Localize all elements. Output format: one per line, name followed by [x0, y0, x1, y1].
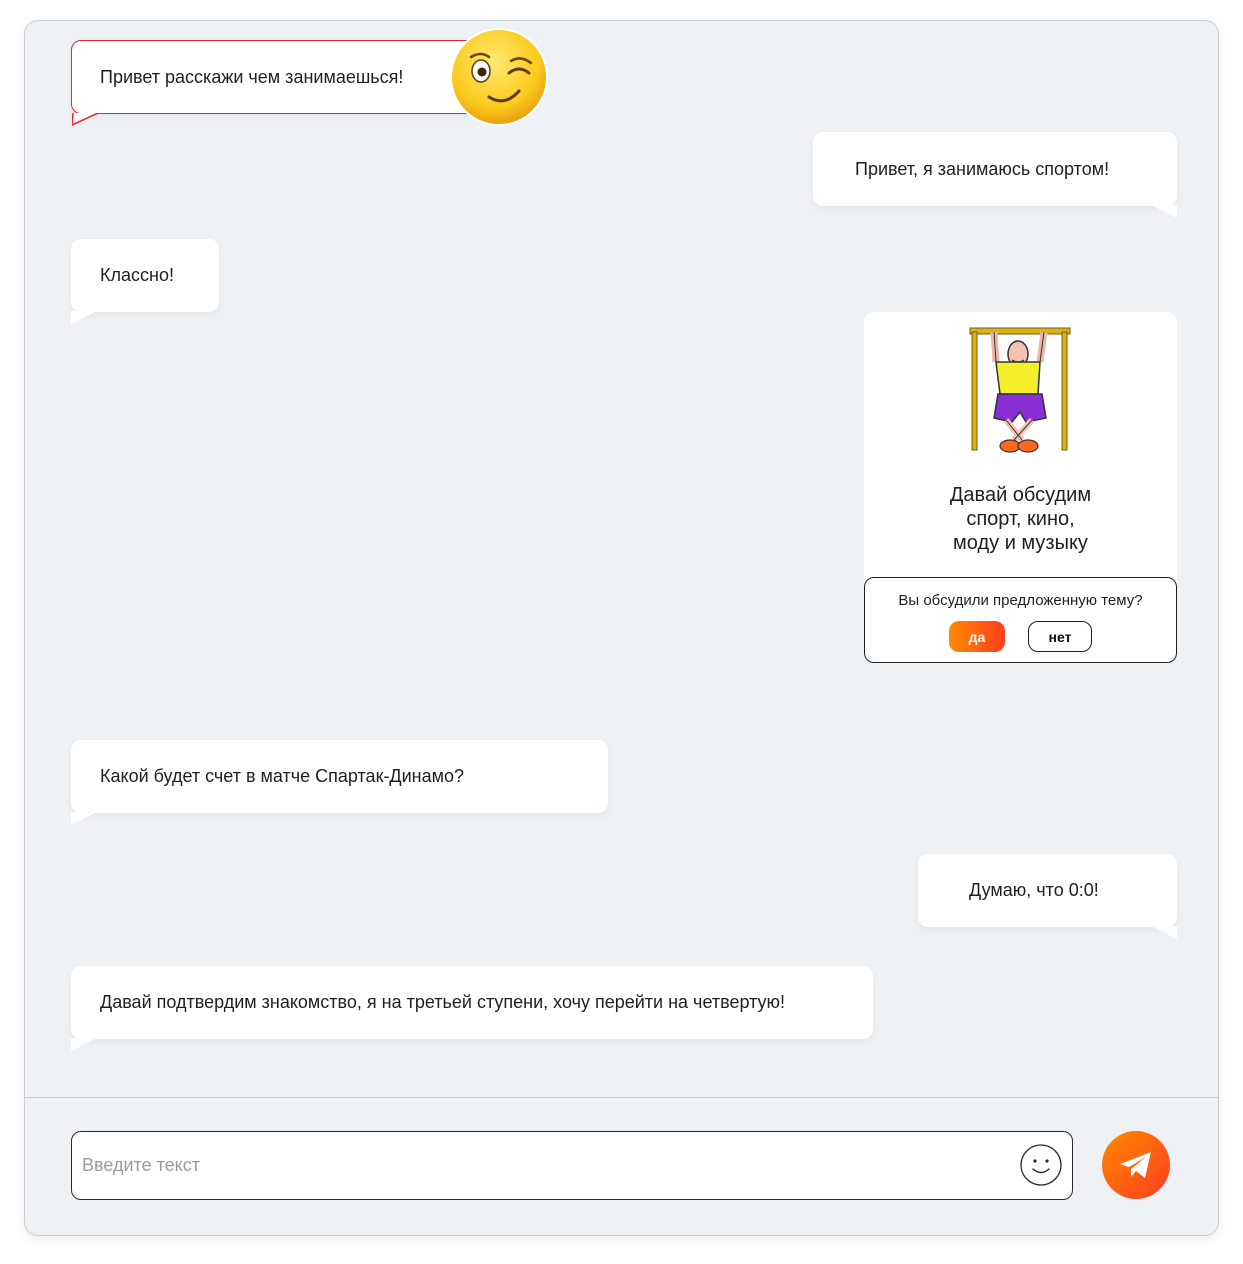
- bubble-tail-icon: [1151, 926, 1177, 939]
- poll-question: Вы обсудили предложенную тему?: [898, 592, 1143, 609]
- message-outgoing: Думаю, что 0:0!: [918, 854, 1177, 939]
- message-input[interactable]: [82, 1132, 1002, 1198]
- message-incoming: Давай подтвердим знакомство, я на третье…: [71, 966, 873, 1051]
- topic-line: спорт, кино,: [966, 508, 1075, 530]
- message-incoming: Какой будет счет в матче Спартак-Динамо?: [71, 740, 608, 825]
- message-text: Давай подтвердим знакомство, я на третье…: [100, 992, 786, 1012]
- message-incoming: Классно!: [71, 239, 219, 324]
- yes-button[interactable]: да: [949, 621, 1005, 652]
- bubble-tail-icon: [72, 113, 98, 126]
- bubble-tail-icon: [71, 812, 97, 825]
- winking-face-icon: [450, 28, 548, 126]
- message-text: Думаю, что 0:0!: [969, 880, 1099, 900]
- topic-line: Давай обсудим: [949, 484, 1092, 506]
- send-button[interactable]: [1102, 1131, 1170, 1199]
- message-text: Какой будет счет в матче Спартак-Динамо?: [100, 766, 465, 786]
- bubble-tail-icon: [71, 311, 97, 324]
- bubble-tail-icon: [71, 1038, 97, 1051]
- message-text: Привет расскажи чем занимаешься!: [100, 66, 404, 87]
- smile-icon[interactable]: [1020, 1144, 1062, 1186]
- send-icon: [1120, 1152, 1151, 1178]
- bubble-tail-icon: [1151, 205, 1177, 218]
- message-input-box: [71, 1131, 1073, 1200]
- topic-poll: Вы обсудили предложенную тему? да нет: [864, 577, 1177, 663]
- topic-text: Давай обсудим спорт, кино, моду и музыку: [864, 483, 1177, 555]
- no-button[interactable]: нет: [1028, 621, 1092, 652]
- message-text: Привет, я занимаюсь спортом!: [855, 158, 1110, 179]
- topic-card: Давай обсудим спорт, кино, моду и музыку…: [864, 312, 1177, 663]
- message-incoming: Привет расскажи чем занимаешься!: [71, 40, 483, 126]
- message-outgoing: Привет, я занимаюсь спортом!: [813, 132, 1177, 218]
- composer-divider: [25, 1097, 1218, 1098]
- message-text: Классно!: [100, 265, 174, 285]
- topic-line: моду и музыку: [953, 532, 1088, 554]
- pull-up-man-illustration: [969, 327, 1071, 453]
- chat-window: Привет расскажи чем занимаешься! Привет,…: [24, 20, 1219, 1236]
